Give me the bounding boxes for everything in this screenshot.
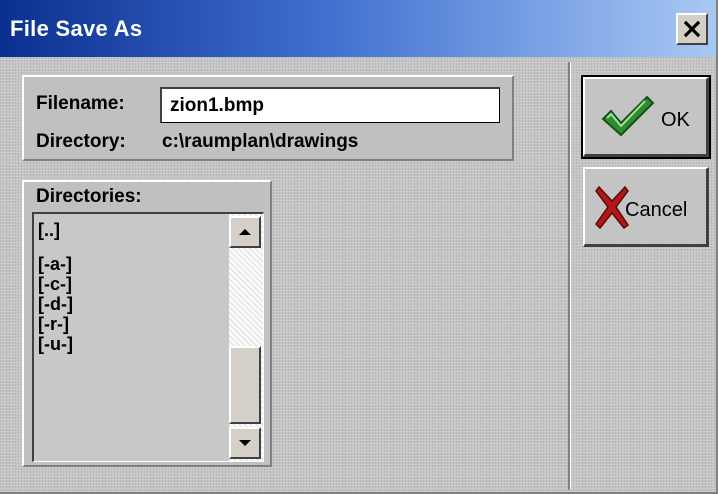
vertical-divider <box>568 62 571 490</box>
directory-item-drive-a[interactable]: [-a-] <box>38 254 73 274</box>
directory-item-parent[interactable]: [..] <box>38 220 73 240</box>
x-mark-icon <box>595 185 629 229</box>
close-icon <box>684 21 700 37</box>
directory-item-drive-c[interactable]: [-c-] <box>38 274 73 294</box>
ok-button[interactable]: OK <box>581 75 711 159</box>
triangle-down-icon <box>239 440 251 446</box>
directories-listbox[interactable]: [..] [-a-] [-c-] [-d-] [-r-] [-u-] <box>32 212 264 462</box>
directories-panel: Directories: [..] [-a-] [-c-] [-d-] [-r-… <box>22 180 272 467</box>
cancel-label: Cancel <box>625 199 688 221</box>
triangle-up-icon <box>239 229 251 235</box>
filename-input[interactable] <box>160 87 500 123</box>
ok-label: OK <box>661 109 690 131</box>
directory-label: Directory: <box>36 131 126 152</box>
file-save-as-dialog: File Save As Filename: Directory: c:\rau… <box>0 0 718 494</box>
dialog-title: File Save As <box>10 16 143 41</box>
directories-label: Directories: <box>36 186 142 207</box>
close-button[interactable] <box>676 13 708 45</box>
directory-item-drive-r[interactable]: [-r-] <box>38 314 73 334</box>
cancel-button[interactable]: Cancel <box>583 167 709 247</box>
scroll-up-button[interactable] <box>229 216 261 248</box>
directory-path: c:\raumplan\drawings <box>162 131 359 152</box>
checkmark-icon <box>601 95 655 137</box>
title-bar[interactable]: File Save As <box>0 0 716 57</box>
directory-list: [..] [-a-] [-c-] [-d-] [-r-] [-u-] <box>38 220 73 354</box>
directory-item-drive-d[interactable]: [-d-] <box>38 294 73 314</box>
filename-label: Filename: <box>36 93 125 114</box>
file-info-panel: Filename: Directory: c:\raumplan\drawing… <box>22 75 514 161</box>
directory-item-drive-u[interactable]: [-u-] <box>38 334 73 354</box>
scroll-thumb[interactable] <box>229 346 261 424</box>
vertical-scrollbar[interactable] <box>229 214 263 461</box>
scroll-down-button[interactable] <box>229 427 261 459</box>
